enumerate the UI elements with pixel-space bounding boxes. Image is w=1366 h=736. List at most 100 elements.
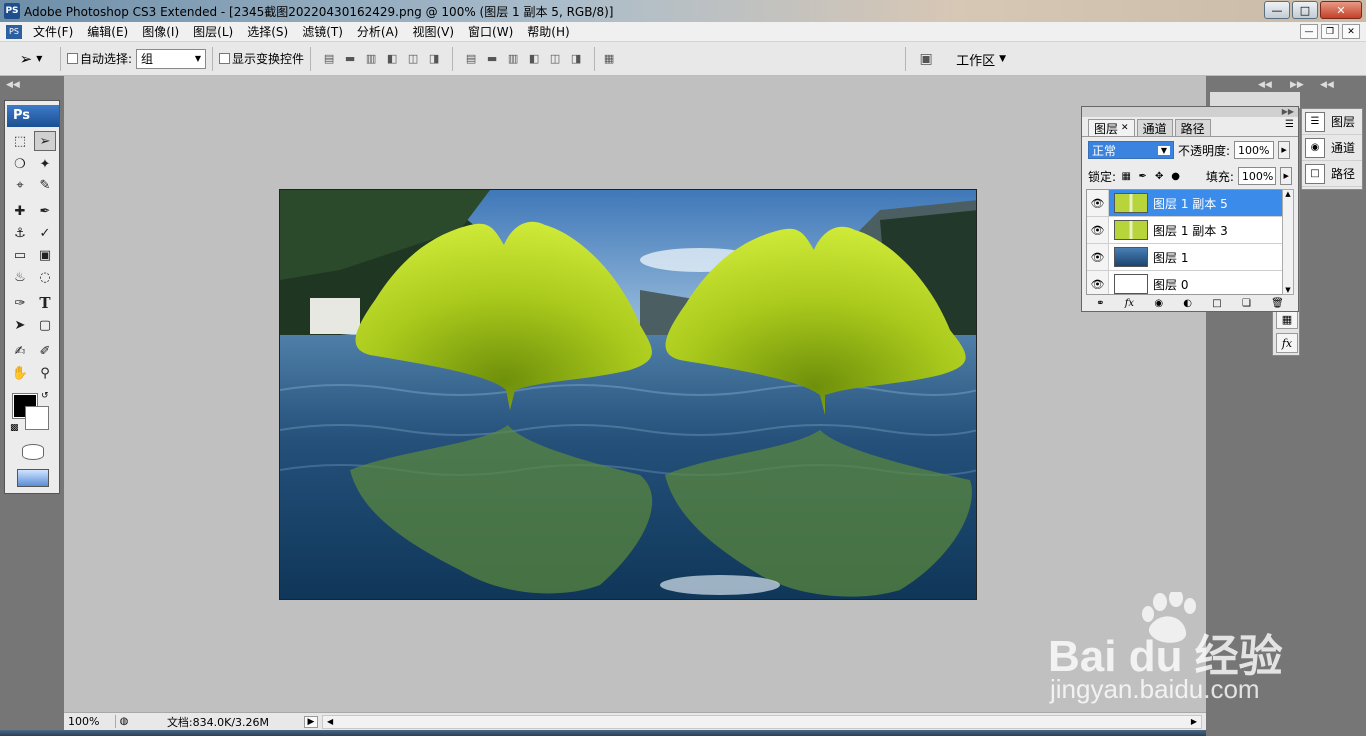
show-transform-checkbox[interactable]: 显示变换控件	[219, 50, 304, 67]
menu-image[interactable]: 图像(I)	[135, 23, 186, 40]
brush-tool-icon[interactable]: ✒	[34, 201, 56, 221]
crop-tool-icon[interactable]: ⌖	[9, 175, 31, 195]
blend-mode-dropdown[interactable]: 正常 ▼	[1088, 141, 1174, 159]
doc-close-button[interactable]: ✕	[1342, 24, 1360, 39]
distribute-left-icon[interactable]: ◧	[526, 51, 542, 67]
fx-icon[interactable]: fx	[1276, 333, 1298, 353]
screen-mode-button[interactable]	[17, 469, 49, 487]
tab-paths[interactable]: 路径	[1174, 119, 1211, 136]
healing-brush-tool-icon[interactable]: ✚	[9, 201, 31, 221]
hand-tool-icon[interactable]: ✋	[9, 363, 31, 383]
shape-tool-icon[interactable]: ▢	[34, 315, 56, 335]
dock-collapse-icon[interactable]: ◀◀	[1258, 80, 1272, 90]
dodge-tool-icon[interactable]: ◌	[34, 267, 56, 287]
scroll-left-icon[interactable]: ◀	[327, 717, 333, 726]
maximize-button[interactable]: □	[1292, 1, 1318, 19]
eye-icon[interactable]: 👁	[1087, 217, 1109, 243]
checkbox-box[interactable]	[219, 53, 231, 64]
close-icon[interactable]: ✕	[1121, 123, 1129, 133]
slice-tool-icon[interactable]: ✎	[34, 175, 56, 195]
document-icon[interactable]: PS	[6, 24, 22, 39]
zoom-field[interactable]: 100%	[64, 715, 116, 728]
lasso-tool-icon[interactable]: ❍	[9, 154, 31, 174]
distribute-top-icon[interactable]: ▤	[463, 51, 479, 67]
magic-wand-tool-icon[interactable]: ✦	[34, 154, 56, 174]
new-group-icon[interactable]: □	[1212, 298, 1221, 309]
align-hcenter-icon[interactable]: ◫	[405, 51, 421, 67]
layer-row[interactable]: 👁 图层 1 副本 5	[1087, 190, 1293, 217]
quick-mask-button[interactable]	[22, 444, 44, 460]
menu-edit[interactable]: 编辑(E)	[80, 23, 135, 40]
align-left-icon[interactable]: ◧	[384, 51, 400, 67]
document-canvas[interactable]	[279, 189, 977, 600]
background-color-swatch[interactable]	[25, 406, 49, 430]
distribute-vcenter-icon[interactable]: ▬	[484, 51, 500, 67]
tool-preset-picker[interactable]: ➢ ▼	[8, 45, 54, 73]
layer-row[interactable]: 👁 图层 1 副本 3	[1087, 217, 1293, 244]
dock-channels[interactable]: ◉ 通道	[1302, 135, 1362, 161]
blur-tool-icon[interactable]: ♨	[9, 267, 31, 287]
scroll-right-icon[interactable]: ▶	[1191, 717, 1197, 726]
bridge-icon[interactable]: ▣	[918, 51, 934, 67]
path-selection-tool-icon[interactable]: ➤	[9, 315, 31, 335]
panel-grip[interactable]: ▶▶	[1082, 107, 1298, 117]
panel-menu-icon[interactable]: ☰	[1285, 119, 1294, 130]
dock-layers[interactable]: ☰ 图层	[1302, 109, 1362, 135]
history-brush-tool-icon[interactable]: ✓	[34, 223, 56, 243]
menu-filter[interactable]: 滤镜(T)	[295, 23, 350, 40]
minimize-button[interactable]: —	[1264, 1, 1290, 19]
lock-all-icon[interactable]: ●	[1169, 170, 1181, 183]
eye-icon[interactable]: 👁	[1087, 190, 1109, 216]
fill-input[interactable]: 100%	[1237, 167, 1277, 185]
menu-file[interactable]: 文件(F)	[26, 23, 80, 40]
new-layer-icon[interactable]: ❏	[1242, 298, 1251, 309]
align-bottom-icon[interactable]: ▥	[363, 51, 379, 67]
add-mask-icon[interactable]: ◉	[1154, 298, 1163, 309]
doc-restore-button[interactable]: ❐	[1321, 24, 1339, 39]
status-menu-arrow[interactable]: ▶	[304, 715, 318, 728]
menu-analysis[interactable]: 分析(A)	[350, 23, 406, 40]
notes-tool-icon[interactable]: ✍	[9, 341, 31, 361]
menu-layer[interactable]: 图层(L)	[186, 23, 240, 40]
pen-tool-icon[interactable]: ✑	[9, 293, 31, 313]
auto-select-checkbox[interactable]: 自动选择:	[67, 50, 132, 67]
opacity-slider-button[interactable]: ▶	[1278, 141, 1291, 159]
align-top-icon[interactable]: ▤	[321, 51, 337, 67]
layer-list-scrollbar[interactable]: ▲ ▼	[1282, 189, 1294, 295]
lock-position-icon[interactable]: ✥	[1153, 170, 1165, 183]
marquee-tool-icon[interactable]: ⬚	[9, 131, 31, 151]
gradient-tool-icon[interactable]: ▣	[34, 245, 56, 265]
auto-align-layers-icon[interactable]: ▦	[601, 51, 617, 67]
move-tool-icon[interactable]: ➢	[34, 131, 56, 151]
toolbox-collapse-icon[interactable]: ◀◀	[0, 80, 64, 94]
fx-icon[interactable]: fx	[1125, 298, 1134, 309]
tab-layers[interactable]: 图层 ✕	[1088, 119, 1135, 136]
eye-icon[interactable]: 👁	[1087, 271, 1109, 294]
distribute-bottom-icon[interactable]: ▥	[505, 51, 521, 67]
status-info-icon[interactable]: ◍	[116, 716, 132, 727]
eye-icon[interactable]: 👁	[1087, 244, 1109, 270]
scroll-up-icon[interactable]: ▲	[1285, 190, 1290, 198]
align-right-icon[interactable]: ◨	[426, 51, 442, 67]
opacity-input[interactable]: 100%	[1234, 141, 1275, 159]
type-tool-icon[interactable]: T	[34, 293, 56, 313]
align-vcenter-icon[interactable]: ▬	[342, 51, 358, 67]
layer-row[interactable]: 👁 图层 1	[1087, 244, 1293, 271]
lock-transparent-icon[interactable]: ▦	[1120, 170, 1132, 183]
checkbox-box[interactable]	[67, 53, 78, 64]
lock-image-icon[interactable]: ✒	[1137, 170, 1149, 183]
distribute-hcenter-icon[interactable]: ◫	[547, 51, 563, 67]
eyedropper-tool-icon[interactable]: ✐	[34, 341, 56, 361]
doc-minimize-button[interactable]: —	[1300, 24, 1318, 39]
menu-view[interactable]: 视图(V)	[405, 23, 461, 40]
adjustment-layer-icon[interactable]: ◐	[1183, 298, 1192, 309]
grid-icon[interactable]: ▦	[1276, 309, 1298, 329]
workspace-button[interactable]: 工作区 ▼	[956, 50, 1006, 69]
link-layers-icon[interactable]: ⚭	[1096, 298, 1104, 309]
dock-paths[interactable]: □ 路径	[1302, 161, 1362, 187]
default-colors-icon[interactable]: ▩	[10, 423, 19, 433]
layer-row[interactable]: 👁 图层 0	[1087, 271, 1293, 294]
dock-expand-icon[interactable]: ◀◀	[1320, 80, 1334, 90]
tab-channels[interactable]: 通道	[1136, 119, 1173, 136]
dock-expand-icon[interactable]: ▶▶	[1290, 80, 1304, 90]
